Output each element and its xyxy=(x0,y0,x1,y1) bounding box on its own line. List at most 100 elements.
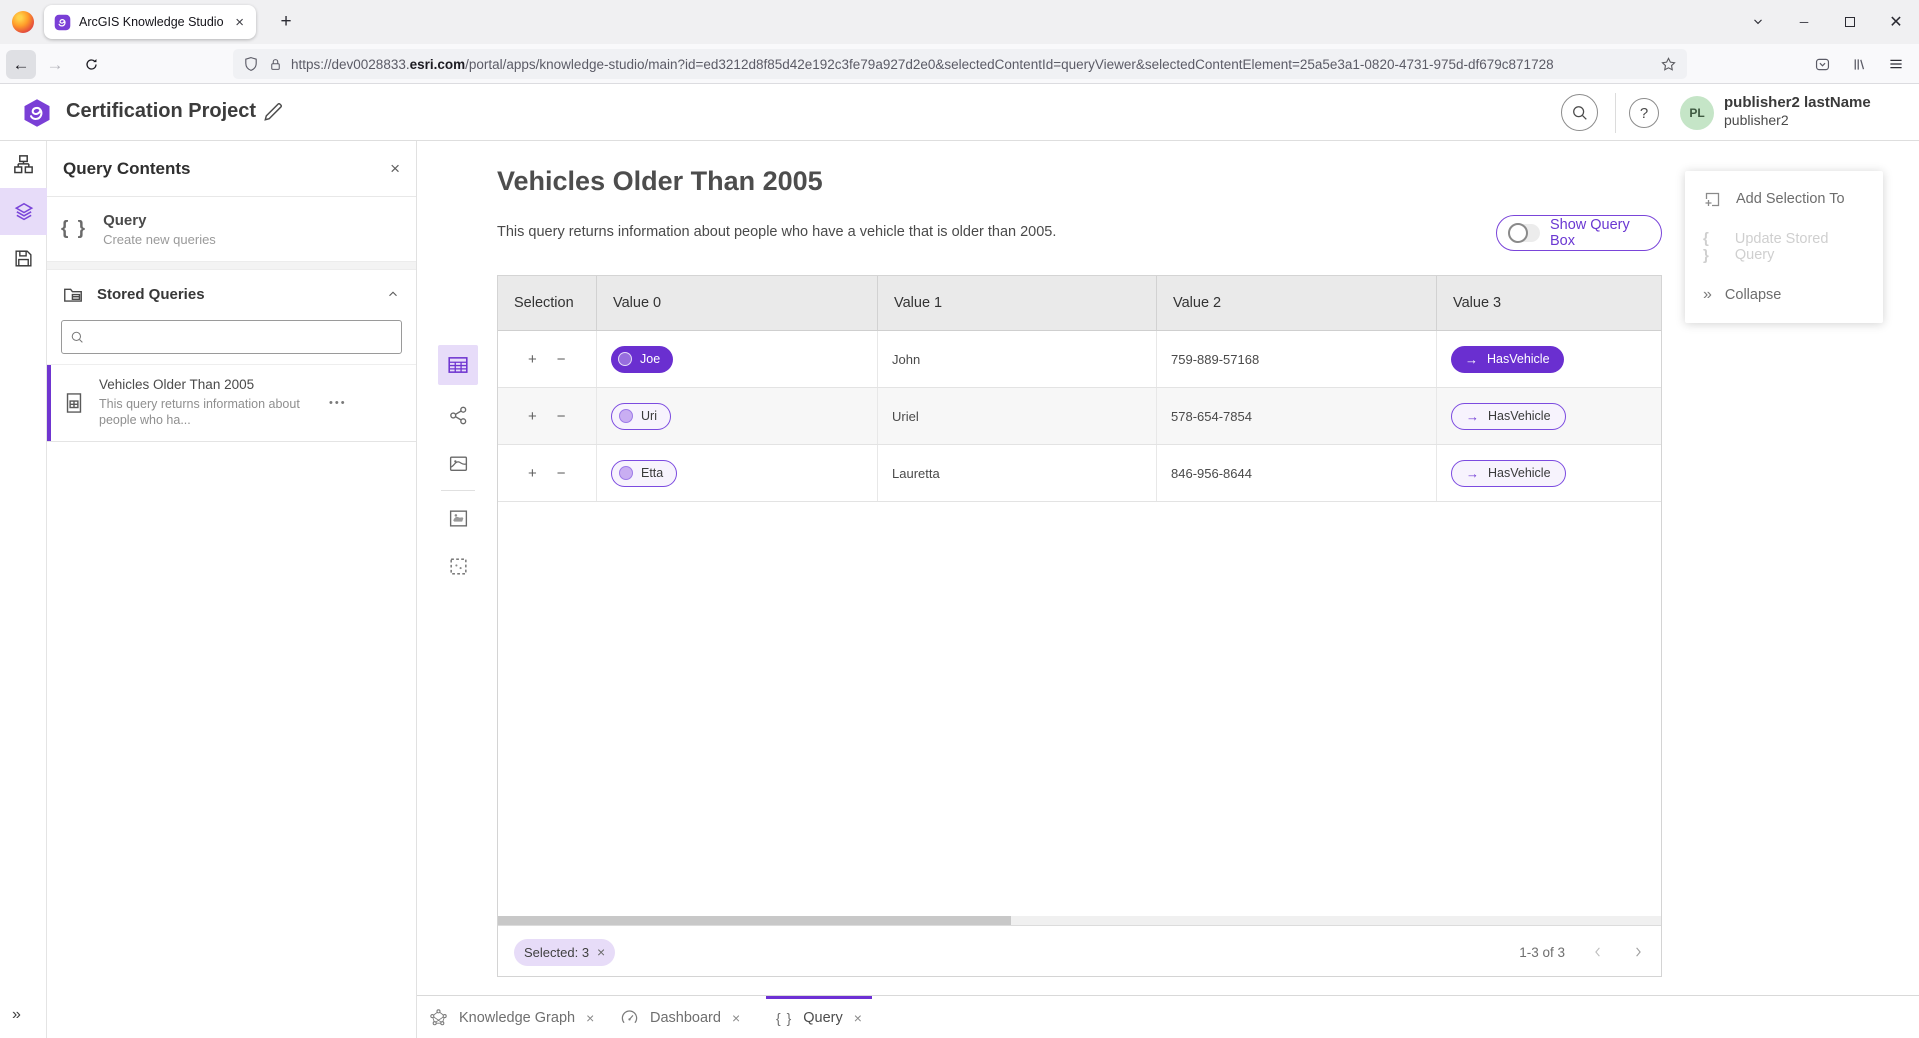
tab-close-icon[interactable]: × xyxy=(732,1010,740,1026)
cell-value: John xyxy=(878,331,1157,387)
project-tree-button[interactable] xyxy=(0,141,47,188)
tab-dashboard[interactable]: Dashboard × xyxy=(616,996,744,1038)
browser-tab[interactable]: ArcGIS Knowledge Studio × xyxy=(44,5,256,39)
entity-pill[interactable]: Joe xyxy=(611,346,673,373)
previous-page-icon[interactable] xyxy=(1591,945,1605,959)
stored-query-title: Vehicles Older Than 2005 xyxy=(99,377,329,392)
menu-item-collapse[interactable]: » Collapse xyxy=(1685,271,1883,319)
column-header: Selection xyxy=(498,276,597,330)
selected-indicator xyxy=(47,365,51,441)
add-selection-icon[interactable]: + xyxy=(528,351,537,368)
project-title: Certification Project xyxy=(66,100,256,123)
item-options-icon[interactable]: ••• xyxy=(329,397,347,409)
add-selection-icon[interactable]: + xyxy=(528,408,537,425)
clear-selection-icon[interactable]: × xyxy=(597,944,605,960)
browser-tabstrip: ArcGIS Knowledge Studio × + ─ ✕ xyxy=(0,0,1919,44)
remove-selection-icon[interactable]: − xyxy=(557,465,566,482)
context-menu: Add Selection To { } Update Stored Query… xyxy=(1685,171,1883,323)
relationship-pill[interactable]: →HasVehicle xyxy=(1451,346,1564,373)
add-to-map-button[interactable] xyxy=(438,498,478,538)
entity-pill[interactable]: Etta xyxy=(611,460,677,487)
stored-queries-header[interactable]: Stored Queries xyxy=(47,270,416,318)
menu-item-add-selection-to[interactable]: Add Selection To xyxy=(1685,175,1883,223)
edit-title-button[interactable] xyxy=(262,101,284,123)
map-view-button[interactable] xyxy=(438,443,478,483)
add-selection-icon[interactable]: + xyxy=(528,465,537,482)
remove-selection-icon[interactable]: − xyxy=(557,408,566,425)
add-selection-to-icon xyxy=(1703,190,1722,209)
tab-close-icon[interactable]: × xyxy=(233,14,246,31)
scrollbar-thumb[interactable] xyxy=(498,916,1011,925)
new-tab-button[interactable]: + xyxy=(272,8,300,36)
bookmark-star-icon[interactable] xyxy=(1660,56,1677,73)
back-button[interactable]: ← xyxy=(6,50,36,79)
expand-panel-icon[interactable]: » xyxy=(12,1006,21,1024)
forward-button[interactable]: → xyxy=(40,50,70,79)
query-item-subtitle: Create new queries xyxy=(103,232,216,247)
firefox-logo-icon[interactable] xyxy=(12,11,34,33)
chevron-up-icon[interactable] xyxy=(386,287,400,301)
window-controls: ─ ✕ xyxy=(1735,0,1919,44)
cell-value: 846-956-8644 xyxy=(1157,445,1437,501)
minimize-button[interactable]: ─ xyxy=(1781,0,1827,44)
panel-close-icon[interactable]: × xyxy=(390,159,400,179)
search-button[interactable] xyxy=(1561,94,1598,131)
folder-icon xyxy=(63,284,83,304)
tab-close-icon[interactable]: × xyxy=(854,1010,862,1026)
layers-icon xyxy=(13,201,35,223)
table-view-button[interactable] xyxy=(438,345,478,385)
query-list-item[interactable]: { } Query Create new queries xyxy=(47,197,416,262)
layers-button[interactable] xyxy=(0,188,47,235)
stored-queries-search-input[interactable] xyxy=(91,330,393,345)
entity-dot-icon xyxy=(618,352,632,366)
pocket-icon[interactable] xyxy=(1808,50,1836,78)
remove-selection-icon[interactable]: − xyxy=(557,351,566,368)
page-title: Vehicles Older Than 2005 xyxy=(497,166,823,197)
list-tabs-icon[interactable] xyxy=(1735,0,1781,44)
library-icon[interactable] xyxy=(1845,50,1873,78)
window-close-button[interactable]: ✕ xyxy=(1873,0,1919,44)
next-page-icon[interactable] xyxy=(1631,945,1645,959)
maximize-button[interactable] xyxy=(1827,0,1873,44)
selection-tools-button[interactable] xyxy=(438,546,478,586)
url-bar[interactable]: https://dev0028833.esri.com/portal/apps/… xyxy=(233,49,1687,79)
cell-value: 578-654-7854 xyxy=(1157,388,1437,444)
relationship-pill[interactable]: →HasVehicle xyxy=(1451,460,1566,487)
stored-query-item[interactable]: Vehicles Older Than 2005 This query retu… xyxy=(47,364,416,442)
cell-value: Lauretta xyxy=(878,445,1157,501)
tab-title: ArcGIS Knowledge Studio xyxy=(79,15,233,29)
avatar[interactable]: PL xyxy=(1680,96,1714,130)
pagination-range: 1-3 of 3 xyxy=(1519,945,1565,960)
column-header: Value 3 xyxy=(1437,276,1661,330)
save-icon xyxy=(13,248,34,269)
show-query-box-toggle[interactable]: Show Query Box xyxy=(1496,215,1662,251)
entity-dot-icon xyxy=(619,466,633,480)
search-icon xyxy=(1571,104,1589,122)
shield-icon[interactable] xyxy=(243,56,259,72)
bottom-tab-bar: Knowledge Graph × Dashboard × { } Query … xyxy=(417,995,1919,1038)
toggle-track xyxy=(1509,224,1540,242)
save-button[interactable] xyxy=(0,235,47,282)
url-text: https://dev0028833.esri.com/portal/apps/… xyxy=(291,57,1660,72)
link-chart-button[interactable] xyxy=(438,395,478,435)
arcgis-favicon xyxy=(54,14,71,31)
table-header-row: Selection Value 0 Value 1 Value 2 Value … xyxy=(498,276,1661,331)
tab-close-icon[interactable]: × xyxy=(586,1010,594,1026)
section-gap xyxy=(47,262,416,270)
tab-knowledge-graph[interactable]: Knowledge Graph × xyxy=(425,996,598,1038)
relationship-pill[interactable]: →HasVehicle xyxy=(1451,403,1566,430)
reload-button[interactable] xyxy=(76,50,106,79)
menu-icon[interactable] xyxy=(1882,50,1910,78)
map-icon xyxy=(448,453,469,474)
stored-queries-search[interactable] xyxy=(61,320,402,354)
tab-query[interactable]: { } Query × xyxy=(772,996,866,1038)
left-rail: » xyxy=(0,141,47,1038)
column-header: Value 0 xyxy=(597,276,878,330)
menu-item-update-stored-query[interactable]: { } Update Stored Query xyxy=(1685,223,1883,271)
braces-icon: { } xyxy=(1703,230,1721,264)
user-name: publisher2 lastName xyxy=(1724,94,1871,111)
column-header: Value 1 xyxy=(878,276,1157,330)
entity-pill[interactable]: Uri xyxy=(611,403,671,430)
help-button[interactable]: ? xyxy=(1629,98,1659,128)
lock-icon[interactable] xyxy=(268,57,283,72)
